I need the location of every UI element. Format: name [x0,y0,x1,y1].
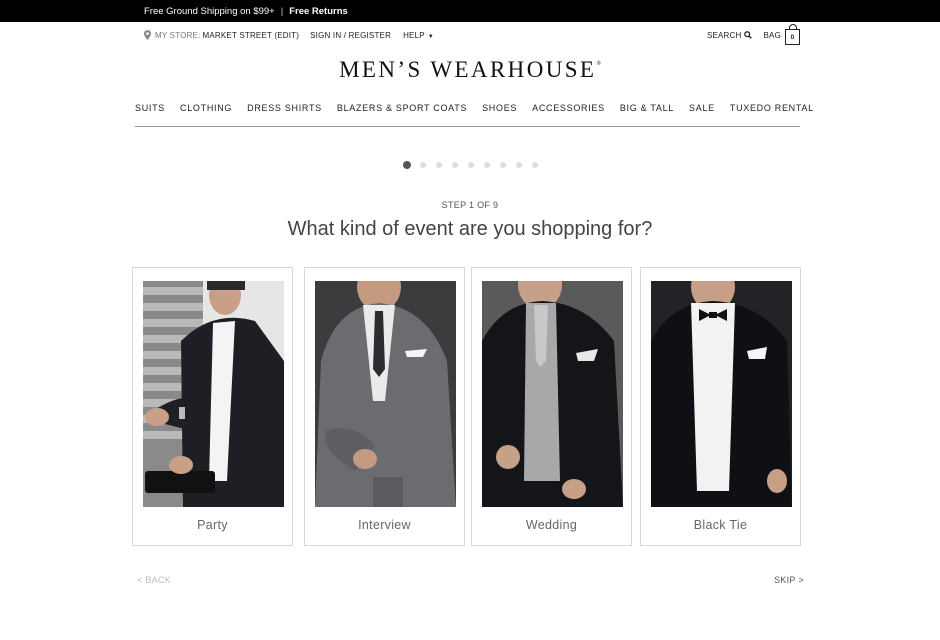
free-returns-text: Free Returns [289,5,348,17]
option-label-wedding: Wedding [525,518,578,532]
store-name-link[interactable]: MARKET STREET (EDIT) [203,31,300,40]
sign-in-link[interactable]: SIGN IN / REGISTER [310,31,391,40]
store-label: MY STORE: [155,30,201,40]
shopping-bag-icon: 0 [785,24,800,45]
nav-item-suits[interactable]: SUITS [135,103,165,126]
search-button[interactable]: SEARCH [707,31,752,40]
progress-dot-1 [403,161,411,169]
option-label-black-tie: Black Tie [693,518,748,532]
bag-button[interactable]: BAG 0 [763,24,800,45]
free-shipping-text: Free Ground Shipping on $99+ [144,5,275,17]
progress-dot-4 [452,162,458,168]
utility-bar: MY STORE: MARKET STREET (EDIT) SIGN IN /… [144,24,800,45]
progress-dot-5 [468,162,474,168]
nav-item-tuxedo-rental[interactable]: TUXEDO RENTAL [730,103,814,126]
nav-item-big-tall[interactable]: BIG & TALL [620,103,674,126]
skip-button[interactable]: SKIP > [774,575,804,585]
progress-dot-6 [484,162,490,168]
step-label: STEP 1 OF 9 [441,200,499,210]
promo-banner: Free Ground Shipping on $99+ | Free Retu… [0,0,940,22]
registered-mark: ® [596,61,601,67]
bag-label: BAG [763,30,781,40]
nav-item-clothing[interactable]: CLOTHING [180,103,232,126]
step-progress-dots [403,161,548,169]
interview-photo [315,281,456,507]
site-logo[interactable]: MEN’S WEARHOUSE® [0,57,940,83]
nav-item-sale[interactable]: SALE [689,103,715,126]
map-pin-icon [144,30,151,40]
nav-item-shoes[interactable]: SHOES [482,103,517,126]
progress-dot-8 [516,162,522,168]
main-nav: SUITS CLOTHING DRESS SHIRTS BLAZERS & SP… [135,103,813,127]
wedding-photo [482,281,623,507]
progress-dot-7 [500,162,506,168]
search-label: SEARCH [706,30,742,40]
progress-dot-3 [436,162,442,168]
help-label: HELP [403,30,425,40]
option-label-interview: Interview [358,518,411,532]
nav-item-blazers-sport-coats[interactable]: BLAZERS & SPORT COATS [337,103,467,126]
progress-dot-2 [420,162,426,168]
party-photo [143,281,284,507]
nav-item-accessories[interactable]: ACCESSORIES [532,103,605,126]
help-menu[interactable]: HELP ▼ [403,31,434,40]
option-card-black-tie[interactable]: Black Tie [640,267,801,546]
store-selector[interactable]: MY STORE: MARKET STREET (EDIT) [144,30,310,40]
promo-separator: | [280,5,284,17]
quiz-question: What kind of event are you shopping for? [287,218,653,240]
bag-count: 0 [790,33,795,41]
option-card-wedding[interactable]: Wedding [471,267,632,546]
option-label-party: Party [197,518,228,532]
back-button[interactable]: < BACK [137,575,171,585]
option-card-party[interactable]: Party [132,267,293,546]
black-tie-photo [651,281,792,507]
progress-dot-9 [532,162,538,168]
nav-item-dress-shirts[interactable]: DRESS SHIRTS [247,103,322,126]
caret-down-icon: ▼ [427,33,434,40]
option-card-interview[interactable]: Interview [304,267,465,546]
search-icon [743,31,752,39]
logo-text: MEN’S WEARHOUSE [339,57,597,82]
